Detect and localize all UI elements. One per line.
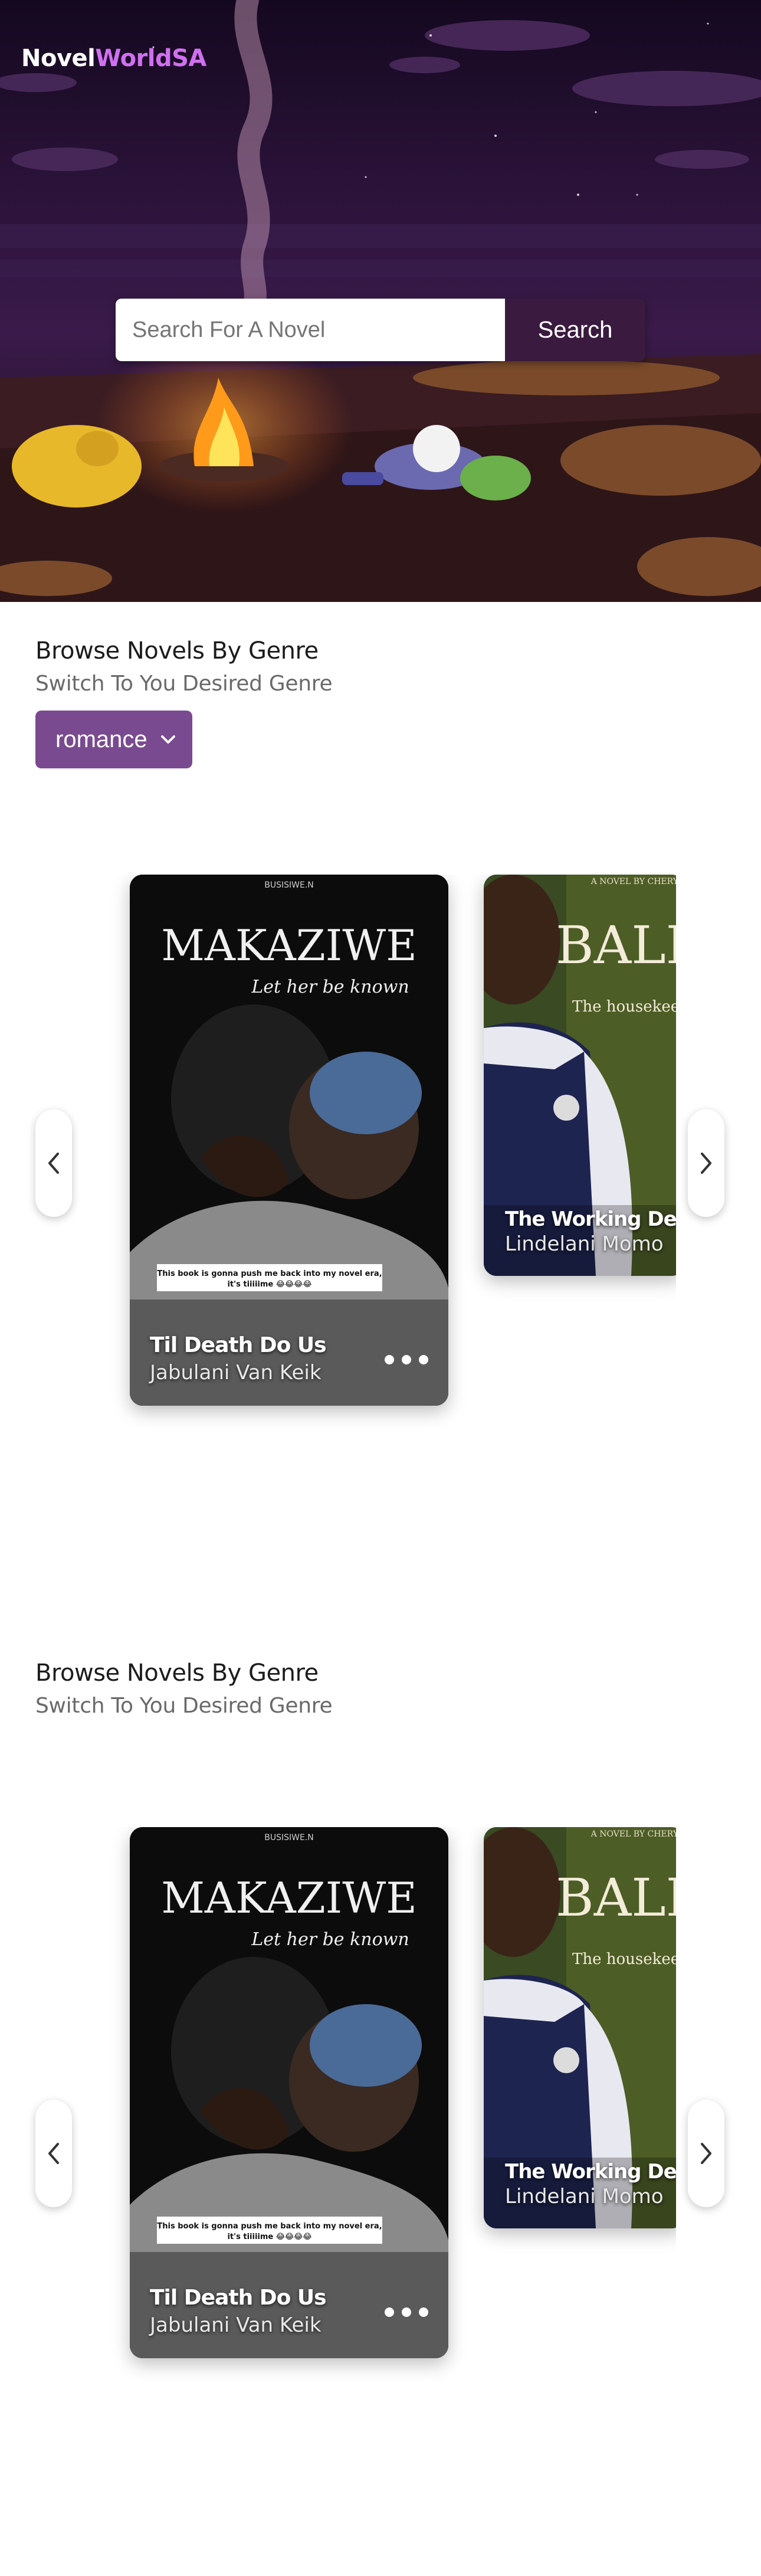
section-subtitle: Switch To You Desired Genre (35, 672, 333, 696)
cover-byline-text: A NOVEL BY CHERY (591, 877, 676, 886)
carousel-next-button[interactable] (688, 2100, 724, 2207)
hero-banner: NovelWorldSA Search (0, 0, 761, 602)
section-subtitle: Switch To You Desired Genre (35, 1694, 333, 1718)
chevron-right-icon (701, 1153, 711, 1174)
carousel-next-button[interactable] (688, 1109, 724, 1217)
cover-title-text: BALE (556, 915, 676, 976)
cover-author-text: BUSISIWE.N (264, 881, 314, 890)
cover-sticker-line-1: This book is gonna push me back into my … (157, 2222, 382, 2231)
more-options-button[interactable] (385, 1353, 428, 1367)
more-options-button[interactable] (385, 2305, 428, 2319)
book-carousel: BUSISIWE.N MAKAZIWE Let her be known Thi… (35, 1827, 676, 2382)
book-author: Jabulani Van Keik (150, 2313, 322, 2337)
cover-sticker-line-2: it's tiiiiime 😂😂😂😂 (227, 1280, 311, 1289)
book-card[interactable]: A NOVEL BY CHERY BALE The housekee The W… (484, 1827, 676, 2228)
book-card[interactable]: A NOVEL BY CHERY BALE The housekee The W… (484, 875, 676, 1276)
genre-dropdown[interactable]: romance (35, 711, 192, 768)
chevron-right-icon (701, 2143, 711, 2164)
book-carousel: BUSISIWE.N MAKAZIWE Let her be known Thi… (35, 875, 676, 1429)
search-button[interactable]: Search (505, 299, 645, 361)
book-title: Til Death Do Us (150, 2286, 327, 2310)
book-author: Lindelani Momo (505, 2185, 664, 2208)
book-card[interactable]: BUSISIWE.N MAKAZIWE Let her be known Thi… (130, 875, 448, 1406)
search-input[interactable] (116, 299, 505, 361)
logo-text-primary: Novel (21, 45, 96, 72)
cover-subtitle-text: The housekee (572, 998, 676, 1016)
chevron-down-icon (161, 735, 175, 744)
search-bar: Search (116, 299, 645, 361)
cover-subtitle-text: The housekee (572, 1950, 676, 1968)
book-title: The Working Deed (505, 1207, 676, 1231)
site-logo[interactable]: NovelWorldSA (21, 45, 206, 72)
cover-title-text: MAKAZIWE (161, 921, 417, 970)
book-cover-image: BUSISIWE.N MAKAZIWE Let her be known Thi… (130, 1827, 448, 2358)
cover-title-text: BALE (556, 1867, 676, 1928)
more-horizontal-icon-dot (419, 2307, 428, 2317)
cover-author-text: BUSISIWE.N (264, 1833, 314, 1842)
book-cover-image: BUSISIWE.N MAKAZIWE Let her be known Thi… (130, 875, 448, 1406)
more-horizontal-icon-dot (402, 1355, 411, 1364)
cover-sticker-line-2: it's tiiiiime 😂😂😂😂 (227, 2233, 311, 2241)
cover-tagline-text: Let her be known (251, 1929, 409, 1950)
book-title: The Working Deed (505, 2160, 676, 2184)
cover-byline-text: A NOVEL BY CHERY (591, 1829, 676, 1839)
cover-sticker-line-1: This book is gonna push me back into my … (157, 1269, 382, 1278)
book-author: Jabulani Van Keik (150, 1361, 322, 1384)
cover-title-text: MAKAZIWE (161, 1873, 417, 1923)
more-horizontal-icon-dot (402, 2307, 411, 2317)
genre-selected-value: romance (55, 726, 147, 752)
more-horizontal-icon (385, 2307, 394, 2317)
logo-text-accent: WorldSA (95, 45, 206, 72)
book-card[interactable]: BUSISIWE.N MAKAZIWE Let her be known Thi… (130, 1827, 448, 2358)
section-title: Browse Novels By Genre (35, 1659, 319, 1687)
more-horizontal-icon-dot (419, 1355, 428, 1364)
section-title: Browse Novels By Genre (35, 637, 319, 665)
more-horizontal-icon (385, 1355, 394, 1364)
book-author: Lindelani Momo (505, 1232, 664, 1256)
cover-tagline-text: Let her be known (251, 977, 409, 997)
book-title: Til Death Do Us (150, 1333, 327, 1357)
